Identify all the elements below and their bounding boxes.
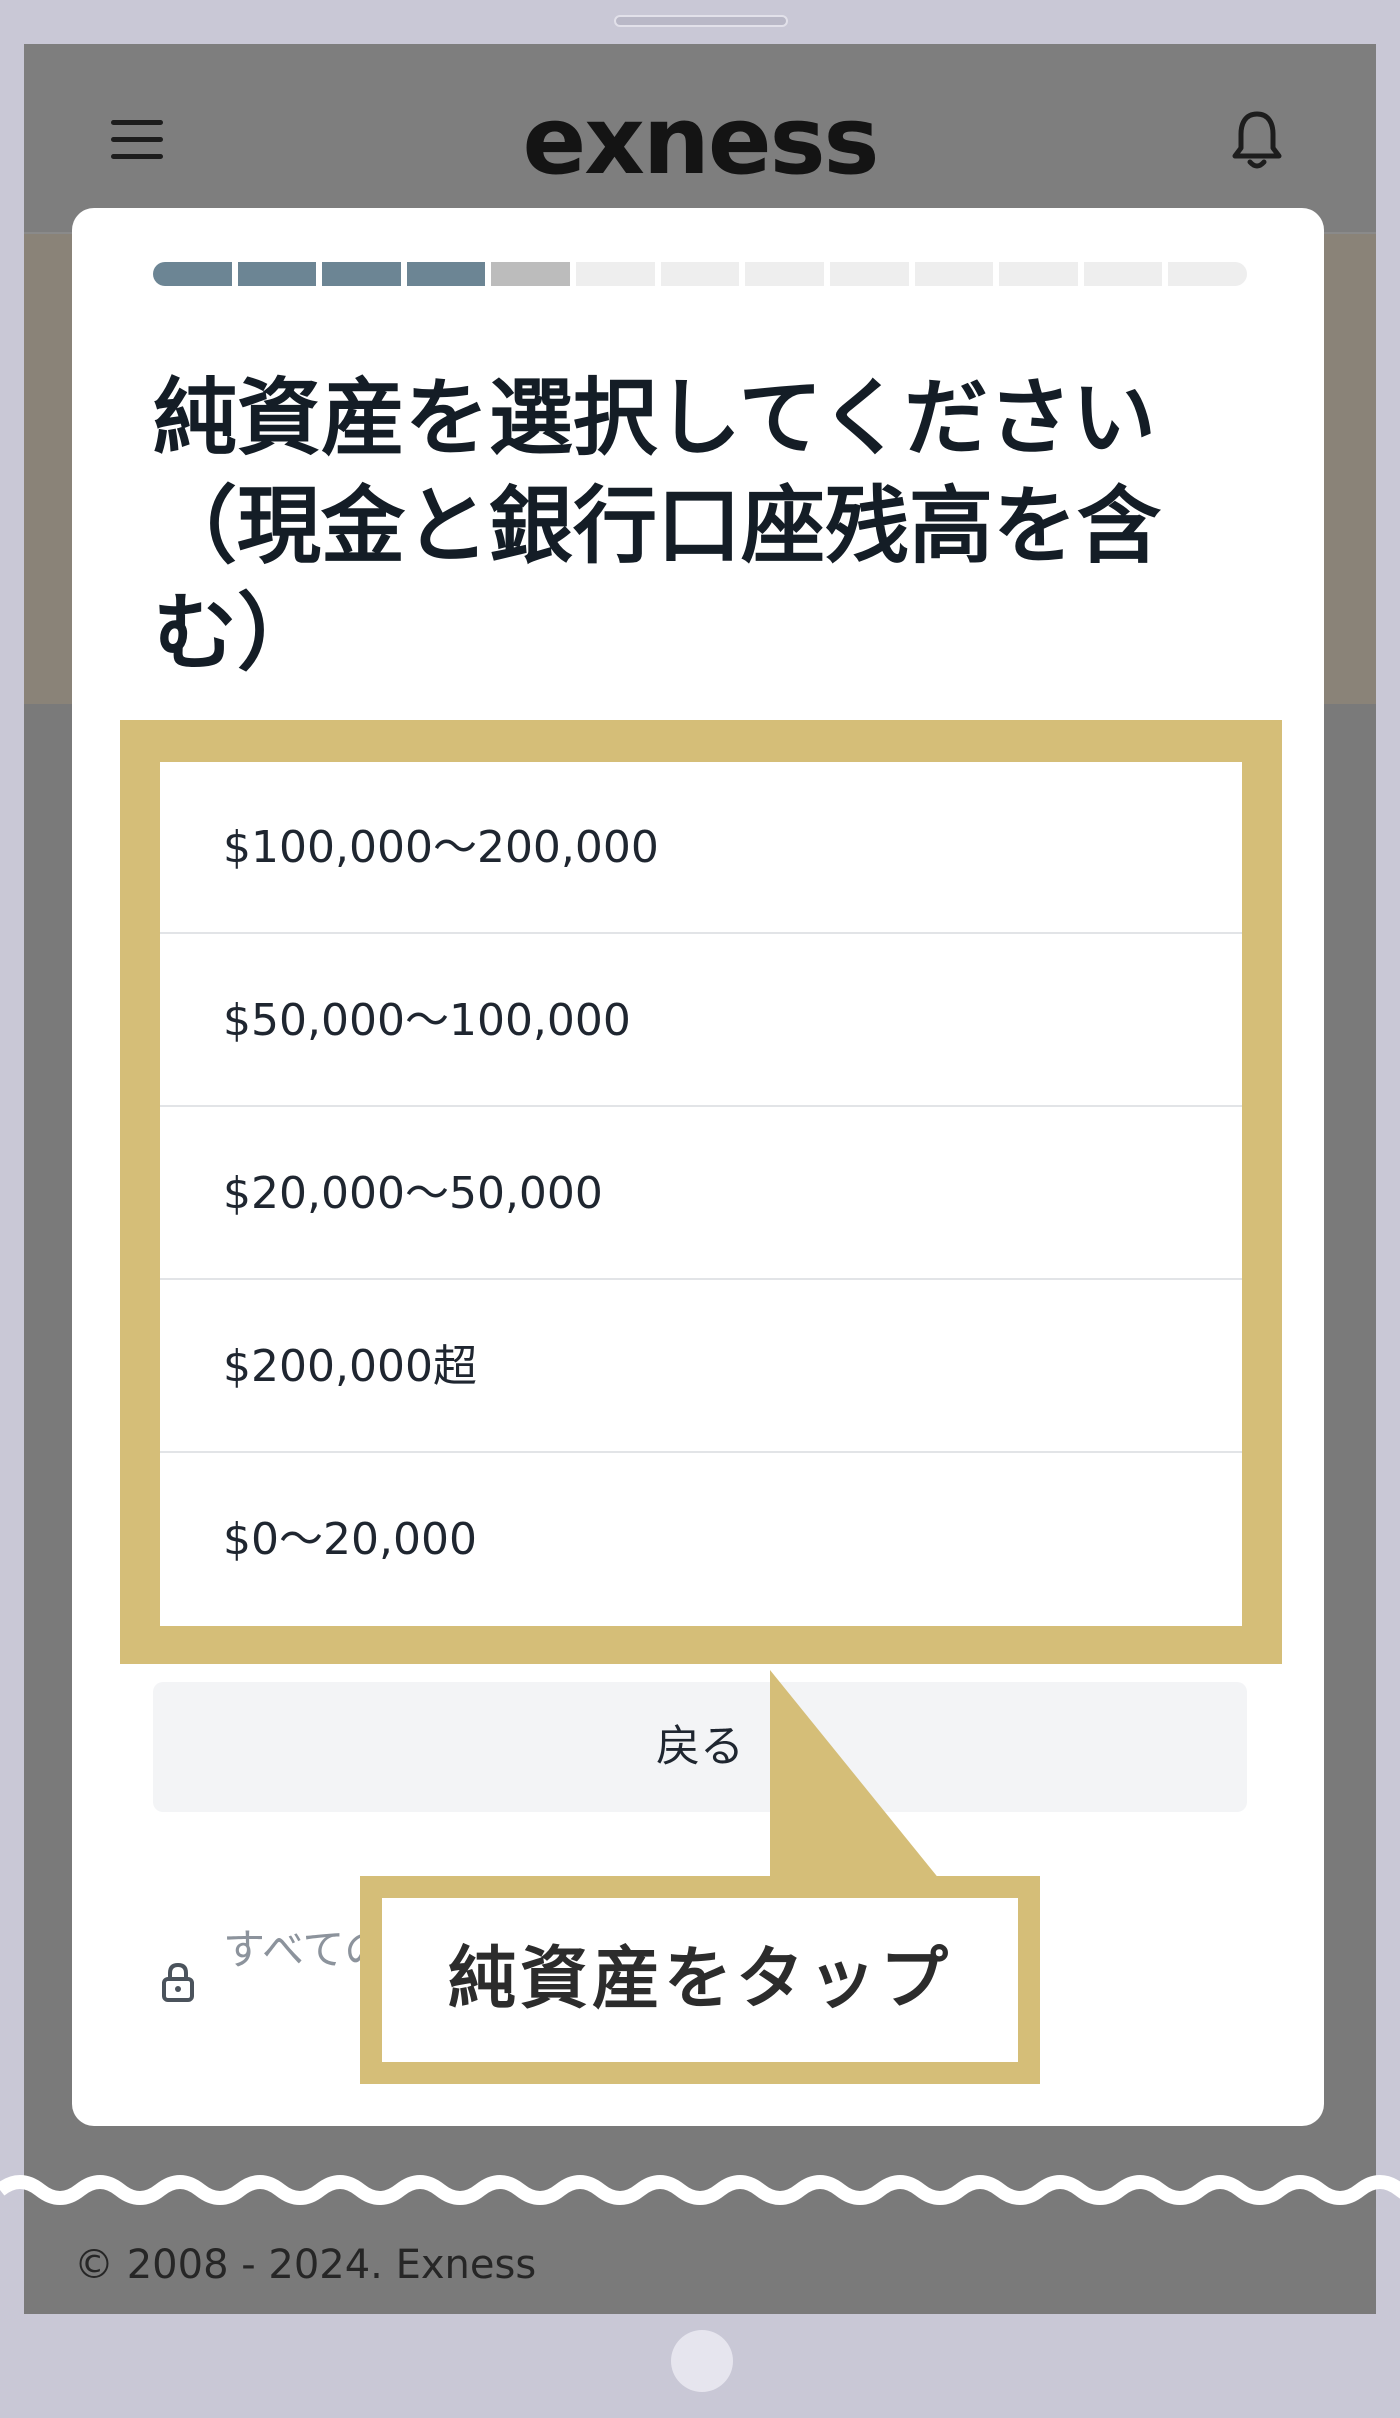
progress-segment [745,262,824,286]
bell-icon[interactable] [1229,108,1285,172]
back-button[interactable]: 戻る [153,1682,1247,1812]
progress-segment [914,262,994,286]
callout-text: 純資産をタップ [382,1898,1018,2062]
callout-pointer [770,1670,940,1880]
cut-line-decoration [0,2175,1400,2205]
progress-segment [576,262,655,286]
progress-segment [1083,262,1163,286]
progress-segment [322,262,401,286]
lock-icon [162,1962,194,2002]
progress-segment [1168,262,1247,286]
option-label: $200,000超 [223,1341,477,1392]
progress-segment [491,262,571,286]
progress-segment [660,262,740,286]
app-header: exness [24,44,1376,234]
device-speaker [614,15,788,27]
progress-segment [829,262,909,286]
progress-segment [999,262,1078,286]
progress-segment [237,262,317,286]
brand-logo: exness [522,87,880,196]
step-progress-bar [153,262,1247,286]
option-label: $50,000～100,000 [223,995,631,1046]
option-over-200000[interactable]: $200,000超 [160,1281,1242,1453]
option-label: $20,000～50,000 [223,1168,603,1219]
device-home-button [671,2330,733,2392]
dialog-title: 純資産を選択してください（現金と銀行口座残高を含む） [153,369,1162,683]
progress-segment [406,262,486,286]
option-20000-50000[interactable]: $20,000～50,000 [160,1108,1242,1280]
option-label: $100,000～200,000 [223,822,659,873]
option-100000-200000[interactable]: $100,000～200,000 [160,762,1242,934]
copyright-text: © 2008 - 2024. Exness [74,2242,537,2288]
progress-segment [153,262,232,286]
option-50000-100000[interactable]: $50,000～100,000 [160,935,1242,1107]
tap-instruction-callout: 純資産をタップ [360,1876,1040,2084]
option-0-20000[interactable]: $0～20,000 [160,1454,1242,1626]
menu-icon[interactable] [111,120,163,160]
option-label: $0～20,000 [223,1514,477,1565]
net-worth-options-list: $100,000～200,000 $50,000～100,000 $20,000… [160,762,1242,1626]
